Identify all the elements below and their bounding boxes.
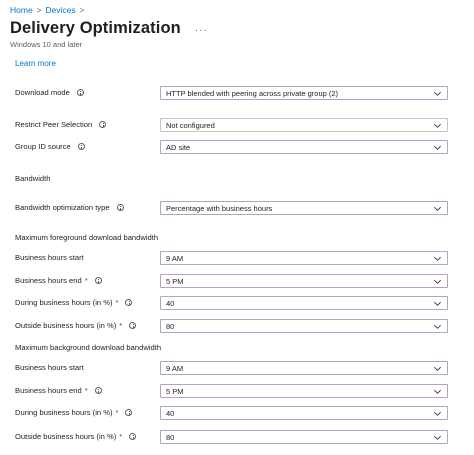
- group-id-dropdown[interactable]: AD site: [160, 140, 448, 154]
- required-marker: *: [119, 321, 123, 330]
- field-label: Group ID source: [15, 142, 85, 151]
- fg-during-dropdown[interactable]: 40: [160, 296, 448, 310]
- learn-more-link[interactable]: Learn more: [15, 59, 56, 68]
- field-label: Download mode: [15, 88, 84, 97]
- fg-outside-dropdown[interactable]: 80: [160, 319, 448, 333]
- section-heading-background: Maximum background download bandwidth: [15, 343, 162, 352]
- chevron-down-icon: [434, 91, 441, 96]
- info-icon[interactable]: [129, 433, 137, 440]
- restrict-peer-row: Restrict Peer Selection Not configured: [0, 118, 474, 132]
- field-label: Business hours start: [15, 363, 84, 372]
- bg-outside-row: Outside business hours (in %) * 80: [0, 430, 474, 444]
- dropdown-value: AD site: [166, 142, 191, 152]
- breadcrumb: Home > Devices >: [10, 5, 84, 15]
- chevron-down-icon: [434, 324, 441, 329]
- title-row: Delivery Optimization ···: [10, 19, 208, 38]
- restrict-peer-dropdown[interactable]: Not configured: [160, 118, 448, 132]
- info-icon[interactable]: [125, 409, 133, 416]
- dropdown-value: 40: [166, 408, 175, 418]
- bg-hours-start-dropdown[interactable]: 9 AM: [160, 361, 448, 375]
- fg-hours-end-dropdown[interactable]: 5 PM: [160, 274, 448, 288]
- chevron-down-icon: [434, 256, 441, 261]
- chevron-down-icon: [434, 206, 441, 211]
- info-icon[interactable]: [94, 387, 102, 394]
- chevron-down-icon: [434, 279, 441, 284]
- dropdown-value: 40: [166, 298, 175, 308]
- field-label: Outside business hours (in %) *: [15, 432, 137, 441]
- field-label: During business hours (in %) *: [15, 298, 133, 307]
- bg-hours-end-row: Business hours end * 5 PM: [0, 384, 474, 398]
- bg-hours-end-dropdown[interactable]: 5 PM: [160, 384, 448, 398]
- group-id-row: Group ID source AD site: [0, 140, 474, 154]
- dropdown-value: 5 PM: [166, 276, 184, 286]
- info-icon[interactable]: [76, 89, 84, 96]
- fg-hours-start-dropdown[interactable]: 9 AM: [160, 251, 448, 265]
- chevron-down-icon: [434, 435, 441, 440]
- chevron-down-icon: [434, 389, 441, 394]
- fg-hours-start-row: Business hours start 9 AM: [0, 251, 474, 265]
- field-label: During business hours (in %) *: [15, 408, 133, 417]
- breadcrumb-separator: >: [36, 5, 42, 15]
- info-icon[interactable]: [129, 322, 137, 329]
- field-label: Outside business hours (in %) *: [15, 321, 137, 330]
- required-marker: *: [84, 276, 88, 285]
- field-label: Business hours start: [15, 253, 84, 262]
- info-icon[interactable]: [125, 299, 133, 306]
- dropdown-value: 5 PM: [166, 386, 184, 396]
- dropdown-value: 9 AM: [166, 363, 184, 373]
- section-heading-foreground: Maximum foreground download bandwidth: [15, 233, 159, 242]
- more-options-icon[interactable]: ···: [195, 25, 208, 36]
- field-label: Business hours end *: [15, 386, 102, 395]
- download-mode-dropdown[interactable]: HTTP blended with peering across private…: [160, 86, 448, 100]
- field-label: Business hours end *: [15, 276, 102, 285]
- section-heading-bandwidth: Bandwidth: [15, 174, 51, 183]
- dropdown-value: 80: [166, 321, 175, 331]
- bg-during-dropdown[interactable]: 40: [160, 406, 448, 420]
- dropdown-value: HTTP blended with peering across private…: [166, 88, 339, 98]
- dropdown-value: 9 AM: [166, 253, 184, 263]
- breadcrumb-devices-link[interactable]: Devices: [45, 5, 75, 15]
- chevron-down-icon: [434, 123, 441, 128]
- page-title: Delivery Optimization: [10, 19, 181, 37]
- dropdown-value: Percentage with business hours: [166, 203, 273, 213]
- info-icon[interactable]: [116, 204, 124, 211]
- required-marker: *: [115, 298, 119, 307]
- field-label: Restrict Peer Selection: [15, 120, 107, 129]
- chevron-down-icon: [434, 411, 441, 416]
- chevron-down-icon: [434, 145, 441, 150]
- chevron-down-icon: [434, 366, 441, 371]
- info-icon[interactable]: [99, 121, 107, 128]
- breadcrumb-home-link[interactable]: Home: [10, 5, 33, 15]
- dropdown-value: 80: [166, 432, 175, 442]
- info-icon[interactable]: [77, 143, 85, 150]
- field-label: Bandwidth optimization type: [15, 203, 124, 212]
- page-subtitle: Windows 10 and later: [10, 40, 83, 49]
- fg-during-row: During business hours (in %) * 40: [0, 296, 474, 310]
- fg-hours-end-row: Business hours end * 5 PM: [0, 274, 474, 288]
- bg-during-row: During business hours (in %) * 40: [0, 406, 474, 420]
- bandwidth-type-dropdown[interactable]: Percentage with business hours: [160, 201, 448, 215]
- download-mode-row: Download mode HTTP blended with peering …: [0, 86, 474, 100]
- info-icon[interactable]: [94, 277, 102, 284]
- chevron-down-icon: [434, 301, 441, 306]
- bg-outside-dropdown[interactable]: 80: [160, 430, 448, 444]
- required-marker: *: [119, 432, 123, 441]
- bandwidth-type-row: Bandwidth optimization type Percentage w…: [0, 201, 474, 215]
- required-marker: *: [84, 386, 88, 395]
- breadcrumb-separator: >: [79, 5, 85, 15]
- required-marker: *: [115, 408, 119, 417]
- dropdown-value: Not configured: [166, 120, 215, 130]
- fg-outside-row: Outside business hours (in %) * 80: [0, 319, 474, 333]
- bg-hours-start-row: Business hours start 9 AM: [0, 361, 474, 375]
